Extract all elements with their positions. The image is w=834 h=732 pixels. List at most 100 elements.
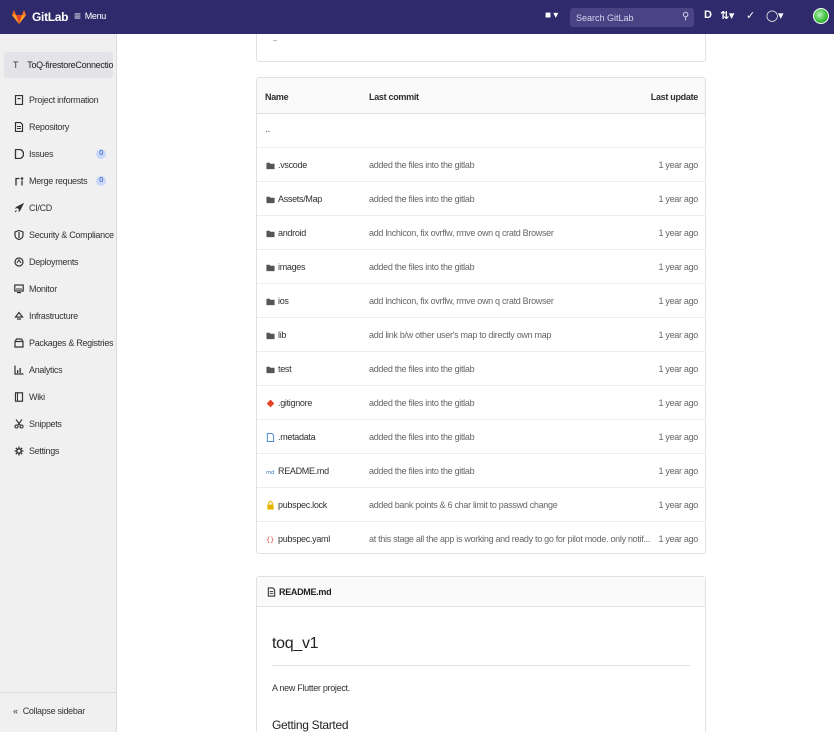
- sidebar-item-label: Snippets: [29, 419, 62, 429]
- sidebar-item-monitor[interactable]: Monitor: [0, 278, 117, 300]
- chart-icon: [13, 364, 25, 376]
- folder-icon: [265, 228, 275, 238]
- file-name: images: [278, 262, 306, 272]
- file-name-link[interactable]: {} pubspec.yaml: [265, 534, 331, 544]
- sidebar-item-repository[interactable]: Repository: [0, 116, 117, 138]
- file-name-link[interactable]: .vscode: [265, 160, 307, 170]
- user-avatar[interactable]: [813, 8, 829, 24]
- collapse-sidebar-button[interactable]: « Collapse sidebar: [13, 706, 85, 716]
- commit-message-link[interactable]: added the files into the gitlab: [369, 432, 475, 442]
- commit-message-link[interactable]: added the files into the gitlab: [369, 364, 475, 374]
- project-info-card: [256, 34, 706, 62]
- sidebar-item-wiki[interactable]: Wiki: [0, 386, 117, 408]
- sidebar-item-label: Merge requests: [29, 176, 88, 186]
- table-row[interactable]: lib add link b/w other user's map to dire…: [257, 318, 705, 352]
- table-row[interactable]: pubspec.lock added bank points & 6 char l…: [257, 488, 705, 522]
- sidebar-item-label: Packages & Registries: [29, 338, 114, 348]
- commit-message-link[interactable]: added the files into the gitlab: [369, 398, 475, 408]
- document-icon: [13, 121, 25, 133]
- sidebar-item-merge-requests[interactable]: Merge requests 0: [0, 170, 117, 192]
- sidebar-item-issues[interactable]: Issues 0: [0, 143, 117, 165]
- search-icon[interactable]: ⚲: [682, 11, 689, 22]
- new-item-dropdown[interactable]: ■ ▾: [545, 10, 558, 21]
- table-row[interactable]: android add lnchicon, fix ovrflw, rmve ow…: [257, 216, 705, 250]
- double-chevron-left-icon: «: [13, 706, 18, 716]
- file-name-link[interactable]: ios: [265, 296, 289, 306]
- file-name-link[interactable]: test: [265, 364, 292, 374]
- deployments-icon: [13, 256, 25, 268]
- sidebar-item-label: CI/CD: [29, 203, 52, 213]
- table-row[interactable]: ios add lnchicon, fix ovrflw, rmve own q …: [257, 284, 705, 318]
- readme-title-rule: [272, 665, 690, 666]
- sidebar-item-deployments[interactable]: Deployments: [0, 251, 117, 273]
- readme-subtitle: Getting Started: [272, 718, 349, 732]
- commit-message-link[interactable]: added the files into the gitlab: [369, 194, 475, 204]
- readme-header: README.md: [257, 577, 705, 607]
- table-row[interactable]: {} pubspec.yaml at this stage all the app …: [257, 522, 705, 553]
- file-name-link[interactable]: .gitignore: [265, 398, 312, 408]
- table-row[interactable]: .metadata added the files into the gitlab…: [257, 420, 705, 454]
- parent-directory-link[interactable]: ..: [265, 124, 270, 135]
- file-name: pubspec.lock: [278, 500, 327, 510]
- markdown-icon: md: [265, 466, 275, 476]
- file-name-link[interactable]: lib: [265, 330, 286, 340]
- sidebar-item-ci-cd[interactable]: CI/CD: [0, 197, 117, 219]
- table-row[interactable]: Assets/Map added the files into the gitla…: [257, 182, 705, 216]
- column-header-last-commit: Last commit: [369, 92, 419, 102]
- help-dropdown-icon[interactable]: ◯▾: [766, 9, 784, 22]
- svg-text:md: md: [266, 469, 274, 475]
- monitor-icon: [13, 283, 25, 295]
- merge-requests-dropdown-icon[interactable]: ⇅▾: [720, 9, 734, 22]
- sidebar-item-infrastructure[interactable]: Infrastructure: [0, 305, 117, 327]
- gear-icon: [13, 445, 25, 457]
- commit-message-link[interactable]: add lnchicon, fix ovrflw, rmve own q cra…: [369, 296, 554, 306]
- table-row[interactable]: .gitignore added the files into the gitla…: [257, 386, 705, 420]
- brand-name[interactable]: GitLab: [32, 10, 69, 24]
- issues-shortcut-icon[interactable]: D: [704, 9, 712, 21]
- readme-file-link[interactable]: README.md: [267, 587, 332, 597]
- sidebar-item-label: Wiki: [29, 392, 45, 402]
- file-name-link[interactable]: Assets/Map: [265, 194, 322, 204]
- sidebar-item-packages-registries[interactable]: Packages & Registries: [0, 332, 117, 354]
- file-name: Assets/Map: [278, 194, 323, 204]
- table-row[interactable]: .vscode added the files into the gitlab 1 …: [257, 148, 705, 182]
- sidebar-item-analytics[interactable]: Analytics: [0, 359, 117, 381]
- file-name-link[interactable]: .metadata: [265, 432, 316, 442]
- project-header[interactable]: T ToQ-firestoreConnection: [4, 52, 113, 78]
- file-name: pubspec.yaml: [278, 534, 330, 544]
- menu-label: Menu: [84, 11, 107, 21]
- sidebar-divider: [0, 692, 117, 693]
- menu-button[interactable]: ≡ Menu: [74, 10, 107, 22]
- commit-message-link[interactable]: add link b/w other user's map to directl…: [369, 330, 551, 340]
- sidebar-item-security-compliance[interactable]: Security & Compliance: [0, 224, 117, 246]
- sidebar-item-snippets[interactable]: Snippets: [0, 413, 117, 435]
- yaml-icon: {}: [265, 534, 275, 544]
- search-input[interactable]: [576, 11, 676, 24]
- search-box[interactable]: ⚲: [570, 8, 694, 27]
- sidebar-item-project-information[interactable]: Project information: [0, 89, 117, 111]
- commit-message-link[interactable]: add lnchicon, fix ovrflw, rmve own q cra…: [369, 228, 554, 238]
- gitlab-logo-icon[interactable]: [11, 9, 27, 25]
- folder-icon: [265, 262, 275, 272]
- merge-request-icon: [13, 175, 25, 187]
- commit-message-link[interactable]: at this stage all the app is working and…: [369, 534, 650, 544]
- file-name-link[interactable]: pubspec.lock: [265, 500, 327, 510]
- file-name-link[interactable]: images: [265, 262, 306, 272]
- commit-message-link[interactable]: added the files into the gitlab: [369, 466, 475, 476]
- table-row[interactable]: test added the files into the gitlab 1 yea…: [257, 352, 705, 386]
- commit-message-link[interactable]: added the files into the gitlab: [369, 262, 475, 272]
- parent-directory-row[interactable]: ..: [257, 114, 705, 148]
- commit-message-link[interactable]: added bank points & 6 char limit to pass…: [369, 500, 558, 510]
- file-name: .metadata: [278, 432, 316, 442]
- file-name-link[interactable]: md README.md: [265, 466, 330, 476]
- project-name: ToQ-firestoreConnection: [27, 60, 113, 70]
- file-name-link[interactable]: android: [265, 228, 306, 238]
- table-row[interactable]: md README.md added the files into the gitl…: [257, 454, 705, 488]
- sidebar-item-settings[interactable]: Settings: [0, 440, 117, 462]
- todos-icon[interactable]: ✓: [746, 9, 755, 22]
- issues-count-badge: 0: [96, 149, 106, 159]
- column-header-last-update: Last update: [650, 92, 699, 102]
- table-row[interactable]: images added the files into the gitlab 1 y…: [257, 250, 705, 284]
- last-update-time: 1 year ago: [658, 262, 698, 272]
- commit-message-link[interactable]: added the files into the gitlab: [369, 160, 475, 170]
